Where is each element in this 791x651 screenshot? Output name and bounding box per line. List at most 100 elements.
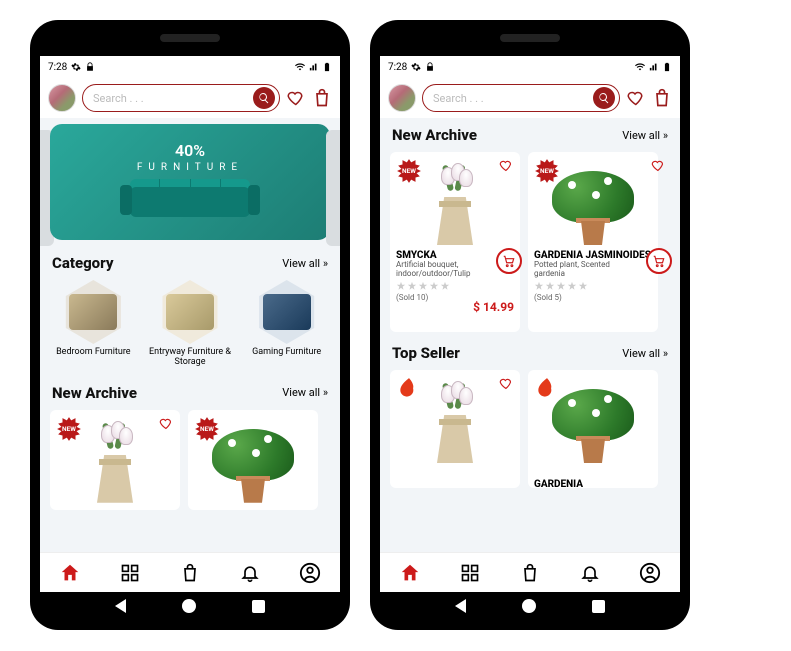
section-head-top-seller: Top Seller View all »	[380, 336, 680, 366]
nav-home[interactable]	[59, 562, 81, 584]
favorites-icon[interactable]	[626, 88, 646, 108]
search-placeholder: Search . . .	[433, 92, 593, 105]
product-card-smycka[interactable]: NEW	[390, 152, 520, 332]
nav-bell[interactable]	[239, 562, 261, 584]
add-to-cart-button[interactable]	[646, 248, 672, 274]
new-archive-viewall[interactable]: View all »	[282, 386, 328, 399]
hero-discount: 40%	[175, 141, 205, 160]
battery-icon	[322, 61, 332, 73]
section-head-category: Category View all »	[40, 246, 340, 276]
svg-text:NEW: NEW	[402, 167, 416, 175]
top-seller-viewall[interactable]: View all »	[622, 347, 668, 360]
android-nav-bar	[380, 592, 680, 620]
nav-grid[interactable]	[459, 562, 481, 584]
status-bar: 7:28	[40, 56, 340, 78]
search-input[interactable]: Search . . .	[82, 84, 280, 112]
category-label: Bedroom Furniture	[56, 348, 131, 358]
wifi-icon	[294, 62, 306, 72]
top-seller-title: Top Seller	[392, 344, 460, 362]
favorite-icon[interactable]	[650, 158, 666, 174]
new-archive-row-1[interactable]: NEW	[40, 406, 340, 514]
product-desc: Potted plant, Scented gardenia	[534, 261, 652, 279]
nav-home[interactable]	[399, 562, 421, 584]
android-back[interactable]	[115, 599, 126, 613]
product-card-gardenia[interactable]: NEW GARDEN	[528, 152, 658, 332]
bottom-nav	[380, 552, 680, 592]
favorite-icon[interactable]	[498, 376, 514, 392]
android-back[interactable]	[455, 599, 466, 613]
android-recent[interactable]	[592, 600, 605, 613]
new-archive-viewall[interactable]: View all »	[622, 129, 668, 142]
product-card[interactable]: NEW	[50, 410, 180, 510]
favorite-icon[interactable]	[158, 416, 174, 432]
nav-bag[interactable]	[519, 562, 541, 584]
search-placeholder: Search . . .	[93, 92, 253, 105]
product-card[interactable]	[390, 370, 520, 488]
fire-badge	[396, 376, 422, 402]
add-to-cart-button[interactable]	[496, 248, 522, 274]
nav-grid[interactable]	[119, 562, 141, 584]
sofa-illustration	[120, 179, 260, 223]
favorite-icon[interactable]	[498, 158, 514, 174]
favorites-icon[interactable]	[286, 88, 306, 108]
product-image	[534, 158, 652, 248]
new-archive-row-2[interactable]: NEW	[380, 148, 680, 336]
search-icon	[258, 92, 270, 104]
search-icon	[598, 92, 610, 104]
status-time: 7:28	[388, 62, 407, 73]
phone-speaker	[40, 30, 340, 56]
product-card[interactable]: NEW	[188, 410, 318, 510]
status-bar: 7:28	[380, 56, 680, 78]
category-bedroom[interactable]: Bedroom Furniture	[48, 280, 139, 368]
avatar[interactable]	[48, 84, 76, 112]
product-sold: (Sold 5)	[534, 293, 652, 302]
avatar[interactable]	[388, 84, 416, 112]
search-row: Search . . .	[380, 78, 680, 118]
category-viewall[interactable]: View all »	[282, 257, 328, 270]
search-button[interactable]	[253, 87, 275, 109]
cart-icon[interactable]	[312, 88, 332, 108]
screen-2: 7:28 Search . . .	[380, 56, 680, 620]
new-badge: NEW	[396, 158, 422, 184]
nav-profile[interactable]	[639, 562, 661, 584]
cart-icon	[652, 254, 666, 268]
category-label: Entryway Furniture & Storage	[145, 348, 236, 368]
category-title: Category	[52, 254, 114, 272]
category-gaming[interactable]: Gaming Furniture	[241, 280, 332, 368]
product-image	[194, 416, 312, 506]
lock-icon	[85, 62, 95, 72]
product-image	[534, 376, 652, 466]
category-entryway[interactable]: Entryway Furniture & Storage	[145, 280, 236, 368]
nav-bag[interactable]	[179, 562, 201, 584]
status-time: 7:28	[48, 62, 67, 73]
gear-icon	[71, 62, 81, 72]
rating-stars	[534, 281, 652, 291]
hero-peek-right[interactable]	[326, 130, 340, 246]
phone-speaker	[380, 30, 680, 56]
android-recent[interactable]	[252, 600, 265, 613]
new-badge: NEW	[56, 416, 82, 442]
signal-icon	[308, 62, 320, 72]
hero-banner[interactable]: 40% FURNITURE	[50, 124, 330, 240]
product-card[interactable]: GARDENIA	[528, 370, 658, 488]
new-archive-title: New Archive	[392, 126, 477, 144]
android-home[interactable]	[182, 599, 196, 613]
android-home[interactable]	[522, 599, 536, 613]
search-button[interactable]	[593, 87, 615, 109]
wifi-icon	[634, 62, 646, 72]
svg-text:NEW: NEW	[62, 425, 76, 433]
lock-icon	[425, 62, 435, 72]
cart-icon[interactable]	[652, 88, 672, 108]
search-row: Search . . .	[40, 78, 340, 118]
nav-profile[interactable]	[299, 562, 321, 584]
signal-icon	[648, 62, 660, 72]
rating-stars	[396, 281, 514, 291]
top-seller-row[interactable]: GARDENIA	[380, 366, 680, 492]
categories-row[interactable]: Bedroom Furniture Entryway Furniture & S…	[40, 276, 340, 376]
section-head-new-archive-2: New Archive View all »	[380, 118, 680, 148]
nav-bell[interactable]	[579, 562, 601, 584]
search-input[interactable]: Search . . .	[422, 84, 620, 112]
hero-title: FURNITURE	[137, 162, 243, 173]
product-name: GARDENIA	[534, 479, 583, 490]
gear-icon	[411, 62, 421, 72]
